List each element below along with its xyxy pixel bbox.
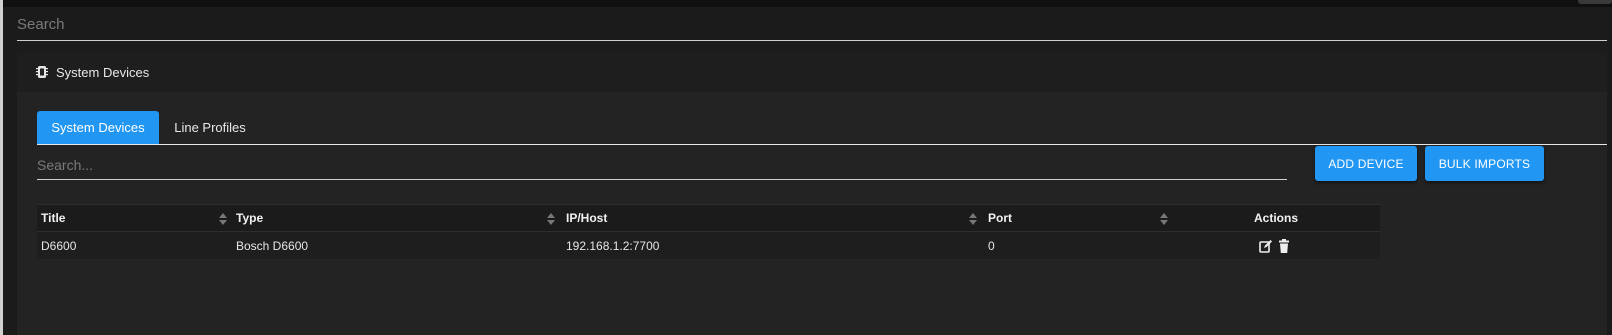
tab-line-profiles[interactable]: Line Profiles	[159, 111, 261, 144]
column-header-title[interactable]: Title	[41, 205, 65, 231]
column-header-port[interactable]: Port	[988, 205, 1012, 231]
global-search-input[interactable]	[17, 9, 1607, 40]
app-window: System Devices System Devices Line Profi…	[0, 0, 1612, 335]
sort-icon[interactable]	[969, 213, 977, 225]
cell-actions	[1259, 232, 1291, 259]
panel-header: System Devices	[17, 52, 1607, 92]
cell-port: 0	[988, 232, 995, 259]
panel-title: System Devices	[56, 64, 150, 80]
column-label: Type	[236, 211, 264, 225]
global-search	[17, 9, 1607, 41]
cell-title: D6600	[41, 232, 76, 259]
bulk-imports-button[interactable]: BULK IMPORTS	[1425, 146, 1544, 181]
sort-icon[interactable]	[547, 213, 555, 225]
column-label: Actions	[1254, 211, 1299, 225]
trash-icon[interactable]	[1277, 238, 1291, 253]
top-bar	[3, 0, 1612, 7]
cell-text: D6600	[41, 238, 77, 253]
column-label: Title	[41, 211, 66, 225]
column-header-type[interactable]: Type	[236, 205, 263, 231]
cell-text: 0	[988, 238, 995, 253]
table-header: Title Type IP/Host Port Actions	[37, 204, 1380, 232]
sort-icon[interactable]	[1160, 213, 1168, 225]
chip-icon	[36, 66, 48, 78]
cell-type: Bosch D6600	[236, 232, 308, 259]
tab-system-devices[interactable]: System Devices	[37, 111, 159, 144]
cell-text: 192.168.1.2:7700	[566, 238, 660, 253]
column-header-actions: Actions	[1254, 205, 1298, 231]
table-search	[37, 150, 1287, 180]
table-row[interactable]: D6600 Bosch D6600 192.168.1.2:7700 0	[37, 232, 1380, 259]
sort-icon[interactable]	[219, 213, 227, 225]
window-left-border	[0, 0, 3, 335]
tab-label: System Devices	[51, 120, 145, 135]
cell-text: Bosch D6600	[236, 238, 309, 253]
top-handle[interactable]	[1578, 0, 1612, 4]
column-label: IP/Host	[566, 211, 608, 225]
system-devices-panel: System Devices System Devices Line Profi…	[17, 52, 1607, 335]
column-header-ip-host[interactable]: IP/Host	[566, 205, 607, 231]
column-label: Port	[988, 211, 1012, 225]
tab-bar: System Devices Line Profiles	[37, 111, 1607, 145]
add-device-button[interactable]: ADD DEVICE	[1315, 146, 1417, 181]
edit-icon[interactable]	[1259, 239, 1273, 253]
cell-ip-host: 192.168.1.2:7700	[566, 232, 659, 259]
devices-table: Title Type IP/Host Port Actions D6600 Bo…	[37, 204, 1380, 259]
tab-label: Line Profiles	[174, 120, 246, 135]
table-search-input[interactable]	[37, 150, 1287, 179]
